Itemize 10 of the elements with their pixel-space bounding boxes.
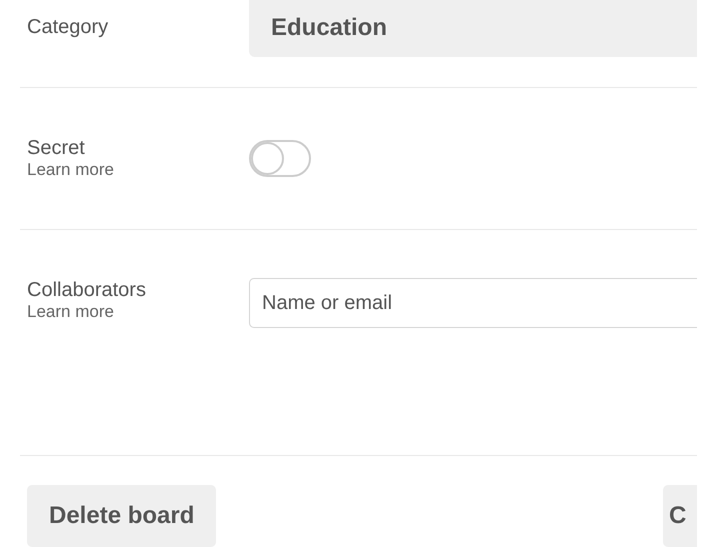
action-button[interactable]: C [663, 485, 697, 547]
collaborators-input[interactable]: Name or email [249, 278, 697, 328]
category-dropdown[interactable]: Education [249, 0, 697, 57]
field-label: Collaborators [27, 279, 147, 302]
learn-more-link[interactable]: Learn more [27, 160, 249, 180]
learn-more-link[interactable]: Learn more [27, 302, 249, 322]
field-label: Secret [27, 137, 86, 160]
secret-toggle[interactable] [249, 140, 311, 177]
delete-board-button[interactable]: Delete board [27, 485, 216, 547]
field-label: Category [27, 16, 110, 39]
